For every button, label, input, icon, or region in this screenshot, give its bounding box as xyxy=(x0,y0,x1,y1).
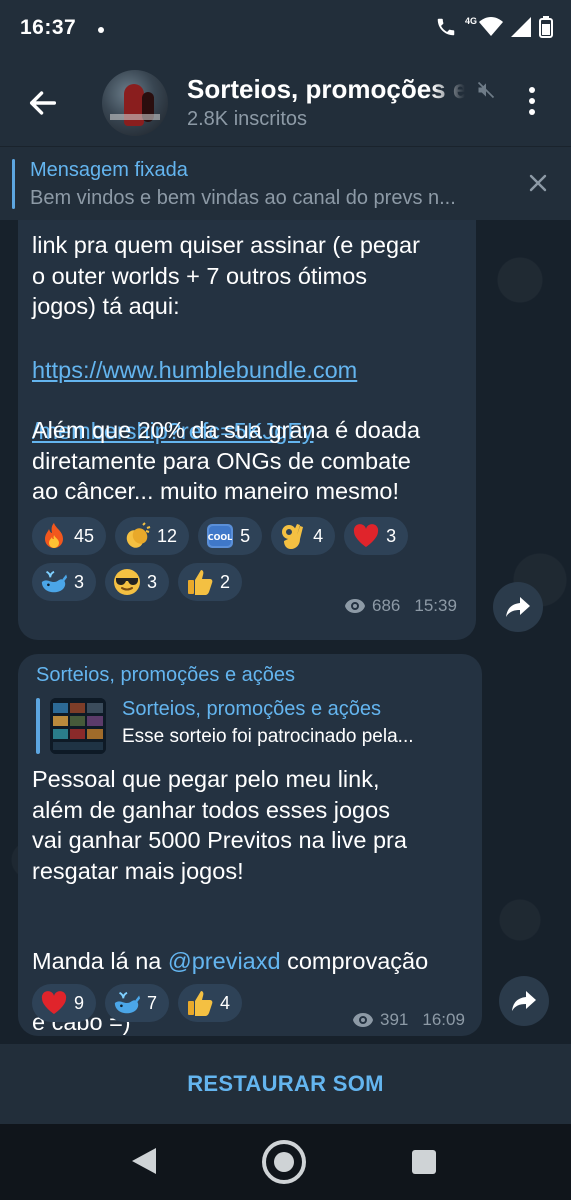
reaction-cool[interactable]: COOL 5 xyxy=(198,517,263,555)
eye-icon xyxy=(345,599,365,613)
reaction-count: 5 xyxy=(240,525,251,546)
reaction-count: 4 xyxy=(220,992,231,1013)
pinned-indicator xyxy=(12,159,15,209)
preview-thumbnail xyxy=(50,698,106,754)
reaction-heart[interactable]: 3 xyxy=(344,517,409,555)
reaction-heart[interactable]: 9 xyxy=(32,984,97,1022)
reaction-count: 4 xyxy=(313,525,324,546)
sunglasses-face-icon xyxy=(113,568,141,596)
nav-recents-icon[interactable] xyxy=(412,1150,436,1174)
status-time: 16:37 xyxy=(20,16,77,39)
status-bar: 16:37 4G xyxy=(0,0,571,60)
sender-name[interactable]: Sorteios, promoções e ações xyxy=(36,664,295,687)
link-line-1[interactable]: https://www.humblebundle.com xyxy=(32,357,357,383)
reaction-thumbsup[interactable]: 4 xyxy=(178,984,243,1022)
view-count: 686 xyxy=(372,596,401,615)
reaction-clap[interactable]: 12 xyxy=(115,517,190,555)
forwarded-preview[interactable]: Sorteios, promoções e ações Esse sorteio… xyxy=(36,694,466,758)
battery-icon xyxy=(539,16,553,38)
forward-text: Esse sorteio foi patrocinado pela... xyxy=(122,726,414,747)
whale-icon xyxy=(40,568,68,596)
subscriber-count: 2.8K inscritos xyxy=(187,108,308,130)
nav-home-icon[interactable] xyxy=(262,1140,306,1184)
thumbs-up-icon xyxy=(186,989,214,1017)
wifi-calling-icon xyxy=(437,18,455,36)
reaction-sunglasses[interactable]: 3 xyxy=(105,563,170,601)
pinned-label: Mensagem fixada xyxy=(30,159,188,181)
share-button[interactable] xyxy=(493,582,543,632)
message-text: Pessoal que pegar pelo meu link, além de… xyxy=(32,766,407,884)
message-meta: 686 15:39 xyxy=(344,596,457,616)
close-icon[interactable] xyxy=(526,171,550,195)
reaction-whale[interactable]: 7 xyxy=(105,984,170,1022)
notification-dot xyxy=(98,27,104,33)
reaction-ok[interactable]: 4 xyxy=(271,517,336,555)
reactions-row: 45 12 COOL 5 4 3 3 3 2 xyxy=(32,517,468,601)
message-text: Além que 20% da sua grana é doada direta… xyxy=(32,417,421,504)
clapping-hands-icon xyxy=(123,522,151,550)
pinned-text: Bem vindos e bem vindas ao canal do prev… xyxy=(30,187,456,209)
reaction-count: 3 xyxy=(386,525,397,546)
thumbs-up-icon xyxy=(186,568,214,596)
avatar-caption xyxy=(110,114,160,120)
ok-hand-icon xyxy=(279,522,307,550)
message-bubble[interactable]: link pra quem quiser assinar (e pegar o … xyxy=(18,220,476,640)
reaction-whale[interactable]: 3 xyxy=(32,563,97,601)
reaction-thumbsup[interactable]: 2 xyxy=(178,563,243,601)
more-options-icon[interactable] xyxy=(520,84,544,122)
signal-icon xyxy=(511,17,531,37)
chat-area[interactable]: link pra quem quiser assinar (e pegar o … xyxy=(0,220,571,1044)
back-arrow-icon[interactable] xyxy=(26,86,60,120)
share-arrow-icon xyxy=(506,597,530,617)
channel-avatar[interactable] xyxy=(102,70,168,136)
reaction-count: 45 xyxy=(74,525,95,546)
pinned-message-bar[interactable]: Mensagem fixada Bem vindos e bem vindas … xyxy=(0,146,571,221)
channel-header: Sorteios, promoções e ações 2.8K inscrit… xyxy=(0,60,571,146)
red-heart-icon xyxy=(352,522,380,550)
wifi-icon xyxy=(479,17,503,36)
red-heart-icon xyxy=(40,989,68,1017)
status-icons: 4G xyxy=(435,16,553,38)
eye-icon xyxy=(353,1013,373,1027)
message-text: link pra quem quiser assinar (e pegar o … xyxy=(32,232,420,319)
view-count: 391 xyxy=(380,1010,409,1029)
cool-text: COOL xyxy=(208,533,233,542)
reaction-count: 7 xyxy=(147,992,158,1013)
forward-title: Sorteios, promoções e ações xyxy=(122,698,382,720)
text-segment: comprovação xyxy=(280,947,429,974)
muted-icon xyxy=(477,81,495,99)
network-type: 4G xyxy=(464,16,477,26)
reaction-count: 12 xyxy=(157,525,178,546)
message-meta: 391 16:09 xyxy=(352,1010,465,1030)
reaction-count: 9 xyxy=(74,992,85,1013)
system-nav-bar xyxy=(0,1124,571,1200)
text-segment: Manda lá na xyxy=(32,947,168,974)
fire-icon xyxy=(40,522,68,550)
nav-back-icon[interactable] xyxy=(130,1146,158,1176)
channel-title[interactable]: Sorteios, promoções e ações xyxy=(187,74,465,106)
share-button[interactable] xyxy=(499,976,549,1026)
quote-indicator xyxy=(36,698,40,754)
reaction-count: 3 xyxy=(74,571,85,592)
reaction-count: 3 xyxy=(147,571,158,592)
mention-link[interactable]: @previaxd xyxy=(168,948,281,974)
reaction-count: 2 xyxy=(220,571,231,592)
whale-icon xyxy=(113,989,141,1017)
message-bubble[interactable]: Sorteios, promoções e ações Sorteios, pr… xyxy=(18,654,482,1036)
message-time: 15:39 xyxy=(414,596,457,615)
message-time: 16:09 xyxy=(422,1010,465,1029)
share-arrow-icon xyxy=(512,991,536,1011)
cool-icon: COOL xyxy=(206,522,234,550)
unmute-button[interactable]: RESTAURAR SOM xyxy=(187,1071,384,1097)
unmute-bar[interactable]: RESTAURAR SOM xyxy=(0,1044,571,1124)
reaction-fire[interactable]: 45 xyxy=(32,517,107,555)
